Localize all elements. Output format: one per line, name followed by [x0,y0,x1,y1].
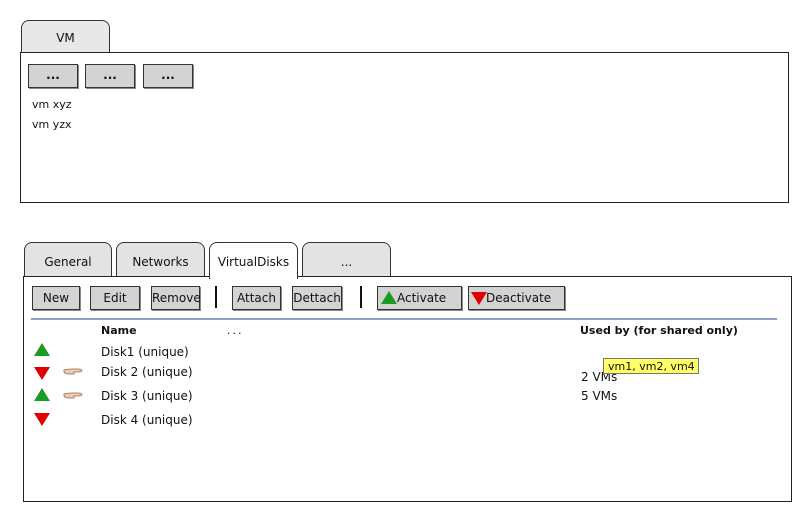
virtual-disks-panel: New Edit Remove Attach Dettach Activate … [23,276,792,502]
remove-button[interactable]: Remove [151,286,201,310]
header-divider [31,318,777,320]
vm-action-button-2[interactable]: ... [85,64,135,88]
disk-name: Disk 3 (unique) [101,389,193,403]
tab-more[interactable]: ... [302,242,391,277]
triangle-up-icon [381,291,397,304]
deactivate-label: Deactivate [486,291,552,305]
tab-general[interactable]: General [24,242,112,277]
detach-button[interactable]: Dettach [292,286,342,310]
new-button[interactable]: New [32,286,80,310]
toolbar-separator [360,286,362,308]
column-header-name: Name [101,324,137,337]
triangle-down-icon [34,413,50,426]
pointing-hand-icon [63,392,83,399]
activate-label: Activate [397,291,447,305]
activate-button[interactable]: Activate [377,286,462,310]
vm-list-item[interactable]: vm xyz [32,98,72,111]
tab-vm[interactable]: VM [21,20,110,53]
column-header-used-by: Used by (for shared only) [580,324,738,337]
triangle-up-icon [34,343,50,356]
vm-panel: ... ... ... vm xyz vm yzx [20,52,789,203]
vm-action-button-3[interactable]: ... [143,64,193,88]
attach-button[interactable]: Attach [232,286,281,310]
triangle-down-icon [34,367,50,380]
tab-virtualdisks[interactable]: VirtualDisks [209,242,298,279]
toolbar-separator [215,286,217,308]
used-by-tooltip: vm1, vm2, vm4 [603,358,699,374]
edit-button[interactable]: Edit [90,286,140,310]
disk-name: Disk 2 (unique) [101,365,193,379]
triangle-down-icon [471,292,487,305]
pointing-hand-icon [63,368,83,375]
tab-networks[interactable]: Networks [116,242,205,277]
deactivate-button[interactable]: Deactivate [468,286,565,310]
vm-action-button-1[interactable]: ... [28,64,78,88]
disk-name: Disk1 (unique) [101,345,189,359]
used-by-count: 5 VMs [581,389,618,403]
column-header-more: ... [227,324,244,337]
triangle-up-icon [34,388,50,401]
disk-name: Disk 4 (unique) [101,413,193,427]
vm-list-item[interactable]: vm yzx [32,118,72,131]
